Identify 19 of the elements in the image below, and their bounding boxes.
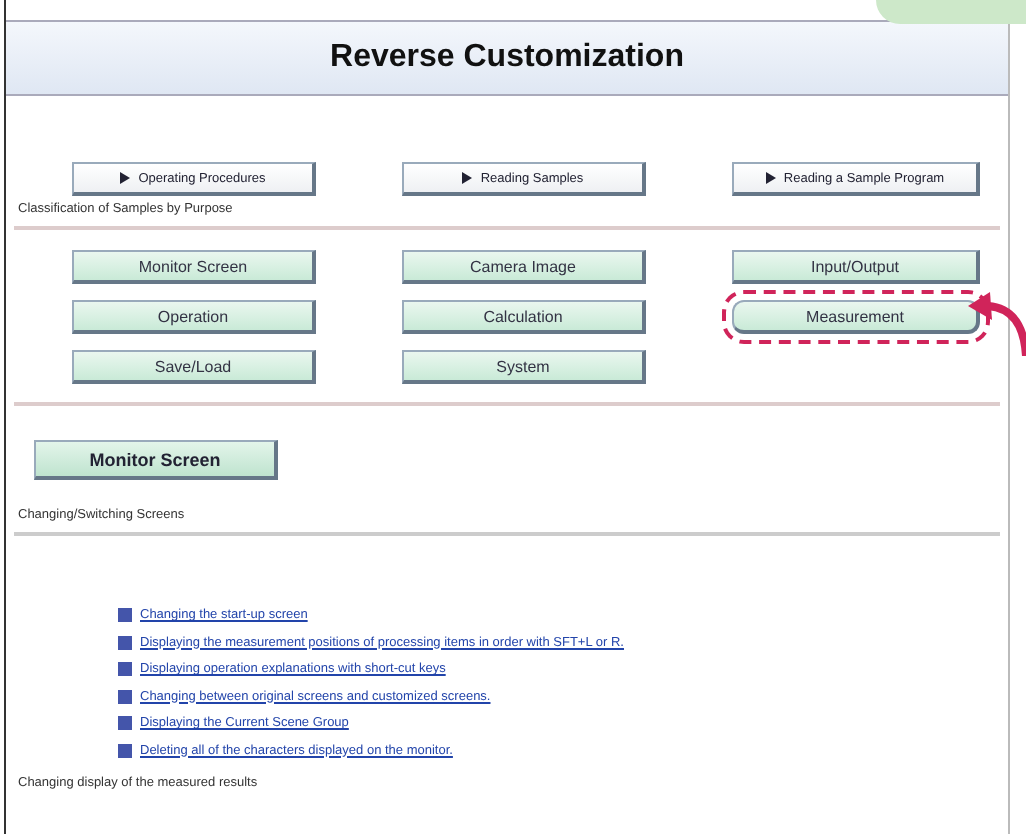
category-button[interactable]: Save/Load xyxy=(72,350,316,384)
curved-arrow xyxy=(968,292,1026,356)
square-bullet-icon xyxy=(118,689,132,703)
triangle-icon xyxy=(462,172,473,184)
category-button[interactable]: Calculation xyxy=(402,300,646,334)
window-title: Reverse Customization xyxy=(330,40,684,76)
square-bullet-icon xyxy=(118,662,132,676)
square-bullet-icon xyxy=(118,716,132,730)
square-bullet-icon xyxy=(118,635,132,649)
square-bullet-icon xyxy=(118,743,132,757)
category-button[interactable]: Operation xyxy=(72,300,316,334)
category-button[interactable]: System xyxy=(402,350,646,384)
category-button[interactable]: Camera Image xyxy=(402,250,646,284)
triangle-icon xyxy=(120,172,131,184)
triangle-icon xyxy=(765,172,776,184)
category-button[interactable]: Monitor Screen xyxy=(72,250,316,284)
square-bullet-icon xyxy=(118,608,132,622)
category-button[interactable]: Input/Output xyxy=(732,250,980,284)
section-button[interactable]: Monitor Screen xyxy=(34,440,278,480)
